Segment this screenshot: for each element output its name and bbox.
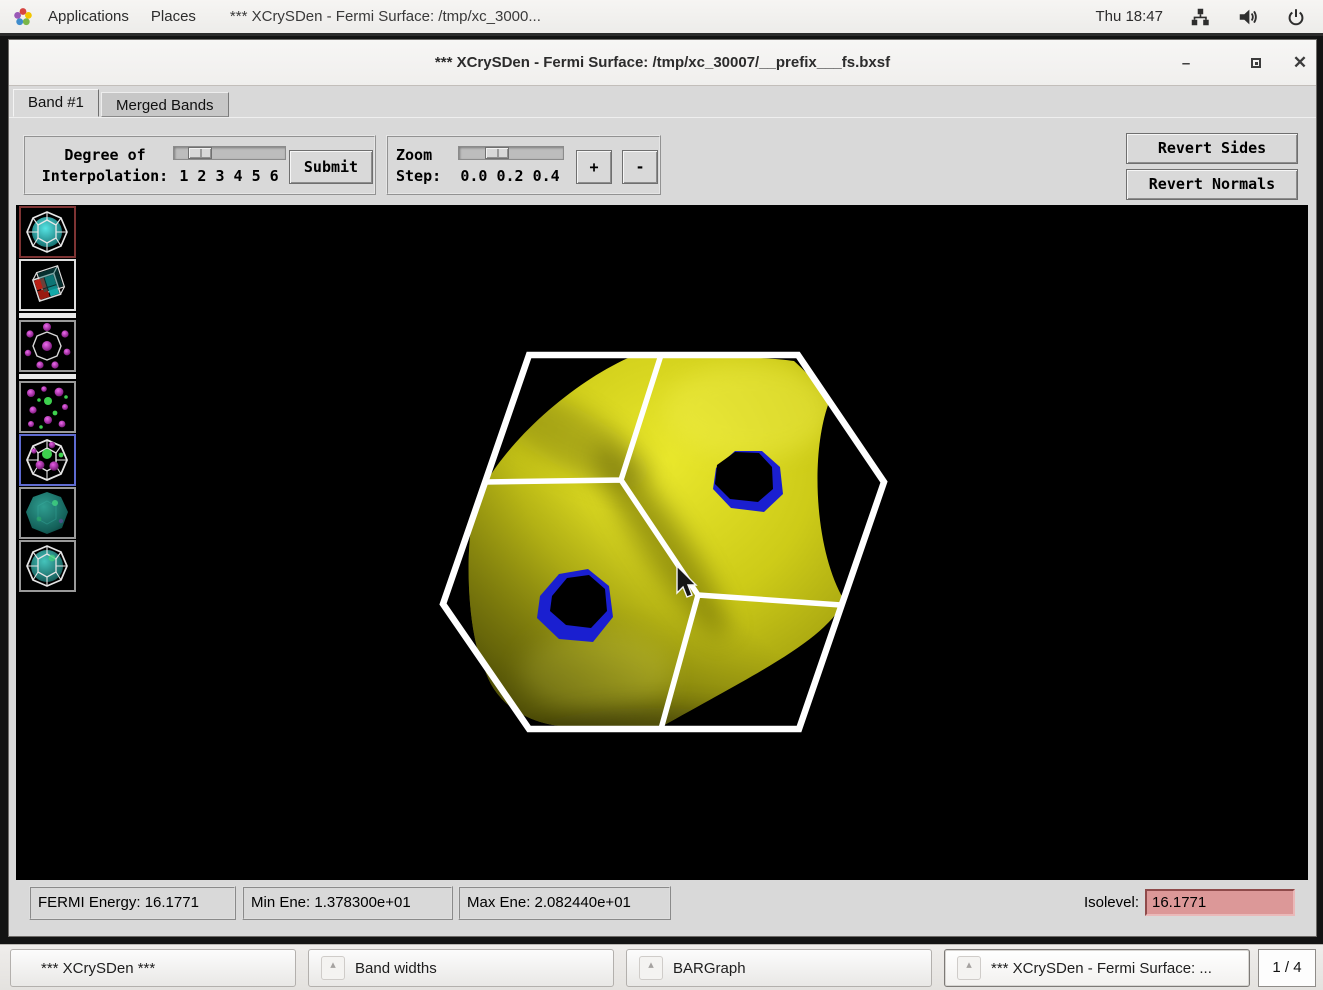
taskbar: *** XCrySDen *** Band widths BARGraph **… [0,944,1323,990]
tab-merged-bands[interactable]: Merged Bands [101,92,229,117]
thumbnail-magenta-pockets-zone[interactable] [19,320,76,372]
desktop-top-panel: Applications Places *** XCrySDen - Fermi… [0,0,1323,36]
taskbar-item-bargraph[interactable]: BARGraph [626,949,932,987]
interpolation-ticks: 1 2 3 4 5 6 [167,167,291,185]
max-energy-readout: Max Ene: 2.082440e+01 [458,886,671,920]
zoom-in-button[interactable]: + [576,150,612,184]
interpolation-slider[interactable] [173,146,286,160]
zoom-step-slider-handle[interactable] [485,147,509,159]
taskbar-item-band-widths[interactable]: Band widths [308,949,614,987]
window-icon [957,956,981,980]
window-icon [321,956,345,980]
rail-separator [19,313,76,318]
min-energy-readout: Min Ene: 1.378300e+01 [242,886,453,920]
rail-separator [19,374,76,379]
taskbar-item-label: *** XCrySDen - Fermi Surface: ... [991,960,1212,977]
thumbnail-pockets-in-zone[interactable] [19,434,76,486]
menu-places[interactable]: Places [151,8,196,25]
tab-band-1[interactable]: Band #1 [13,89,99,117]
taskbar-item-fermi-surface[interactable]: *** XCrySDen - Fermi Surface: ... [944,949,1250,987]
thumbnail-teal-closed-surface[interactable] [19,487,76,539]
maximize-button[interactable] [1239,40,1273,86]
panel-active-window-title[interactable]: *** XCrySDen - Fermi Surface: /tmp/xc_30… [230,8,541,25]
taskbar-item-label: *** XCrySDen *** [41,960,155,977]
thumbnail-rail [19,206,77,593]
thumbnail-cell-red-cyan[interactable] [19,259,76,311]
zoom-out-button[interactable]: - [622,150,658,184]
isolevel-label: Isolevel: [1061,890,1139,916]
interpolation-slider-handle[interactable] [188,147,212,159]
zoom-step-slider[interactable] [458,146,564,160]
maximize-icon [1251,58,1261,68]
thumbnail-teal-surface-wireframe[interactable] [19,540,76,592]
power-icon[interactable] [1285,6,1307,28]
thumbnail-scattered-pockets[interactable] [19,381,76,433]
gl-canvas[interactable] [16,205,1308,880]
window-icon [639,956,663,980]
taskbar-item-label: BARGraph [673,960,746,977]
distro-logo-icon[interactable] [12,6,34,28]
volume-icon[interactable] [1237,6,1259,28]
minimize-button[interactable]: – [1169,40,1203,86]
zoom-step-ticks: 0.0 0.2 0.4 [448,167,572,185]
window-title: *** XCrySDen - Fermi Surface: /tmp/xc_30… [9,40,1316,86]
zoom-step-group: Zoom Step: 0.0 0.2 0.4 + - [386,135,661,195]
thumbnail-fermi-cyan-wireframe[interactable] [19,206,76,258]
close-button[interactable]: ✕ [1283,40,1317,86]
network-icon[interactable] [1189,6,1211,28]
revert-sides-button[interactable]: Revert Sides [1126,133,1298,164]
fermi-surface-scene[interactable] [16,205,1308,880]
workspace-pager[interactable]: 1 / 4 [1258,949,1316,987]
xcrysden-window: *** XCrySDen - Fermi Surface: /tmp/xc_30… [8,39,1317,937]
window-body: Band #1 Merged Bands Degree of Interpola… [9,87,1316,936]
notebook-edge [9,117,1316,118]
menu-applications[interactable]: Applications [48,8,129,25]
taskbar-item-xcrysden[interactable]: *** XCrySDen *** [10,949,296,987]
fermi-energy-readout: FERMI Energy: 16.1771 [29,886,236,920]
window-titlebar[interactable]: *** XCrySDen - Fermi Surface: /tmp/xc_30… [9,40,1316,86]
interpolation-label: Degree of Interpolation: [31,145,179,187]
interpolation-group: Degree of Interpolation: 1 2 3 4 5 6 Sub… [23,135,376,195]
taskbar-item-label: Band widths [355,960,437,977]
zoom-step-label: Zoom Step: [396,145,454,187]
clock[interactable]: Thu 18:47 [1095,8,1163,25]
isolevel-input[interactable] [1145,889,1295,916]
revert-normals-button[interactable]: Revert Normals [1126,169,1298,200]
submit-button[interactable]: Submit [289,150,373,184]
